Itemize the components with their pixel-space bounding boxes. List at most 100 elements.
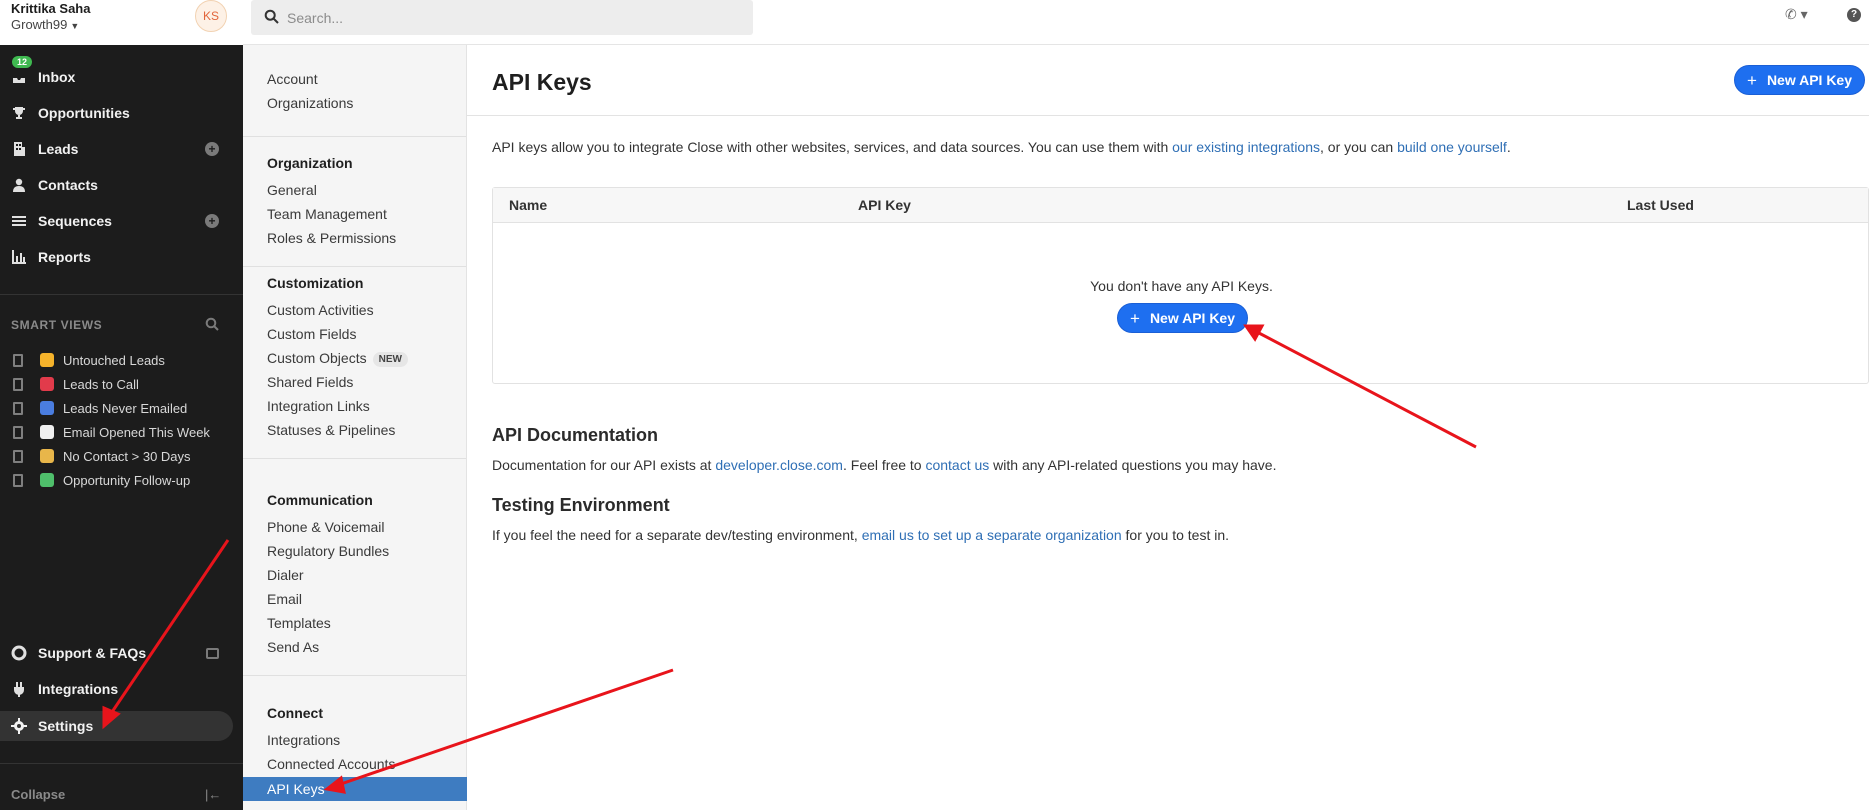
nav-integrations[interactable]: Integrations	[0, 674, 243, 704]
settings-link-shared-fields-label: Shared Fields	[267, 374, 354, 390]
docs-text-part: with any API-related questions you may h…	[989, 457, 1277, 473]
settings-link-account[interactable]: Account	[267, 71, 318, 87]
nav-leads[interactable]: Leads +	[0, 134, 243, 164]
nav-inbox[interactable]: 12 Inbox	[0, 56, 243, 92]
api-documentation-heading: API Documentation	[492, 425, 659, 445]
settings-link-custom-activities[interactable]: Custom Activities	[267, 302, 374, 318]
search-icon[interactable]	[205, 317, 219, 331]
existing-integrations-link[interactable]: our existing integrations	[1172, 139, 1320, 155]
gear-icon	[11, 718, 27, 734]
nav-opportunities[interactable]: Opportunities	[0, 98, 243, 128]
top-bar: ✆ ▾ ?	[243, 0, 1869, 45]
settings-link-custom-activities-label: Custom Activities	[267, 302, 374, 318]
smart-view-item[interactable]: Email Opened This Week	[0, 422, 243, 444]
smart-view-item[interactable]: Opportunity Follow-up	[0, 470, 243, 492]
smart-view-item[interactable]: No Contact > 30 Days	[0, 446, 243, 468]
nav-leads-label: Leads	[38, 141, 79, 157]
settings-link-general-label: General	[267, 182, 317, 198]
email-us-link[interactable]: email us to set up a separate organizati…	[862, 527, 1122, 543]
smart-view-item[interactable]: Untouched Leads	[0, 350, 243, 372]
settings-link-phone-voicemail-label: Phone & Voicemail	[267, 519, 385, 535]
user-menu[interactable]: Krittika Saha Growth99 ▼ KS	[0, 0, 243, 45]
building-icon	[13, 450, 23, 463]
settings-link-templates[interactable]: Templates	[267, 615, 331, 631]
add-lead-icon[interactable]: +	[205, 142, 219, 156]
settings-link-team-management[interactable]: Team Management	[267, 206, 387, 222]
settings-link-statuses-pipelines[interactable]: Statuses & Pipelines	[267, 422, 395, 438]
new-badge: NEW	[372, 352, 408, 367]
nav-settings[interactable]: Settings	[0, 711, 243, 741]
search-icon	[264, 9, 279, 24]
build-one-yourself-link[interactable]: build one yourself	[1397, 139, 1507, 155]
settings-link-send-as-label: Send As	[267, 639, 320, 655]
settings-link-shared-fields[interactable]: Shared Fields	[267, 374, 353, 390]
phone-menu-icon[interactable]: ✆ ▾	[1785, 6, 1808, 23]
testing-text-part: for you to test in.	[1121, 527, 1230, 543]
org-switcher[interactable]: Growth99 ▼	[11, 17, 79, 32]
building-icon	[13, 474, 23, 487]
settings-link-roles-permissions[interactable]: Roles & Permissions	[267, 230, 396, 246]
new-api-key-label: New API Key	[1766, 72, 1853, 88]
settings-link-send-as[interactable]: Send As	[267, 639, 319, 655]
settings-link-integrations[interactable]: Integrations	[267, 732, 340, 748]
settings-link-custom-fields[interactable]: Custom Fields	[267, 326, 356, 342]
intro-text-part: , or you can	[1320, 139, 1398, 155]
settings-link-dialer[interactable]: Dialer	[267, 567, 304, 583]
settings-link-regulatory-bundles-label: Regulatory Bundles	[267, 543, 390, 559]
testing-environment-heading: Testing Environment	[492, 495, 670, 515]
collapse-button[interactable]: Collapse	[11, 787, 65, 802]
nav-contacts[interactable]: Contacts	[0, 170, 243, 200]
help-icon[interactable]: ?	[1847, 8, 1861, 22]
hourglass-icon	[40, 449, 54, 463]
column-header-last-used[interactable]: Last Used	[1627, 197, 1694, 213]
main-content: API Keys + New API Key API keys allow yo…	[467, 45, 1869, 810]
smart-view-item[interactable]: Leads Never Emailed	[0, 398, 243, 420]
building-icon	[13, 426, 23, 439]
intro-text-part: API keys allow you to integrate Close wi…	[492, 139, 1173, 155]
contact-us-link[interactable]: contact us	[925, 457, 989, 473]
new-api-key-button[interactable]: + New API Key	[1117, 303, 1249, 333]
settings-link-integration-links[interactable]: Integration Links	[267, 398, 370, 414]
smart-views-heading: SMART VIEWS	[11, 318, 103, 332]
eyes-icon	[40, 425, 54, 439]
settings-link-email[interactable]: Email	[267, 591, 302, 607]
list-icon	[11, 213, 27, 229]
nav-contacts-label: Contacts	[38, 177, 98, 193]
new-api-key-label: New API Key	[1149, 310, 1236, 326]
user-name: Krittika Saha	[11, 1, 91, 16]
plus-icon: +	[1130, 308, 1140, 328]
nav-settings-label: Settings	[38, 718, 94, 734]
testing-environment-text: If you feel the need for a separate dev/…	[492, 527, 1229, 543]
bar-chart-icon	[11, 249, 27, 265]
settings-link-organizations-label: Organizations	[267, 95, 354, 111]
api-documentation-text: Documentation for our API exists at deve…	[492, 457, 1276, 473]
person-icon	[11, 177, 27, 193]
settings-link-templates-label: Templates	[267, 615, 331, 631]
nav-sequences[interactable]: Sequences +	[0, 206, 243, 236]
developer-docs-link[interactable]: developer.close.com	[715, 457, 843, 473]
nav-reports[interactable]: Reports	[0, 242, 243, 272]
divider	[243, 458, 466, 459]
settings-link-regulatory-bundles[interactable]: Regulatory Bundles	[267, 543, 389, 559]
column-header-name[interactable]: Name	[509, 197, 547, 213]
settings-link-connected-accounts[interactable]: Connected Accounts	[267, 756, 395, 772]
settings-link-general[interactable]: General	[267, 182, 317, 198]
settings-link-api-keys[interactable]: API Keys	[267, 781, 325, 797]
inbox-icon	[11, 69, 27, 85]
settings-link-custom-objects[interactable]: Custom Objects NEW	[267, 350, 408, 367]
smart-view-item[interactable]: Leads to Call	[0, 374, 243, 396]
smart-view-label: Email Opened This Week	[63, 425, 210, 440]
lifebuoy-icon	[11, 645, 27, 661]
search-input[interactable]	[287, 0, 737, 35]
nav-support[interactable]: Support & FAQs	[0, 638, 243, 668]
new-api-key-header-button[interactable]: + New API Key	[1734, 65, 1866, 95]
collapse-icon[interactable]: |←	[205, 787, 221, 802]
global-search[interactable]	[251, 0, 753, 35]
settings-link-custom-fields-label: Custom Fields	[267, 326, 357, 342]
add-sequence-icon[interactable]: +	[205, 214, 219, 228]
settings-link-phone-voicemail[interactable]: Phone & Voicemail	[267, 519, 385, 535]
avatar[interactable]: KS	[195, 0, 227, 32]
column-header-api-key[interactable]: API Key	[858, 197, 911, 213]
settings-link-organizations[interactable]: Organizations	[267, 95, 353, 111]
testing-text-part: If you feel the need for a separate dev/…	[492, 527, 862, 543]
